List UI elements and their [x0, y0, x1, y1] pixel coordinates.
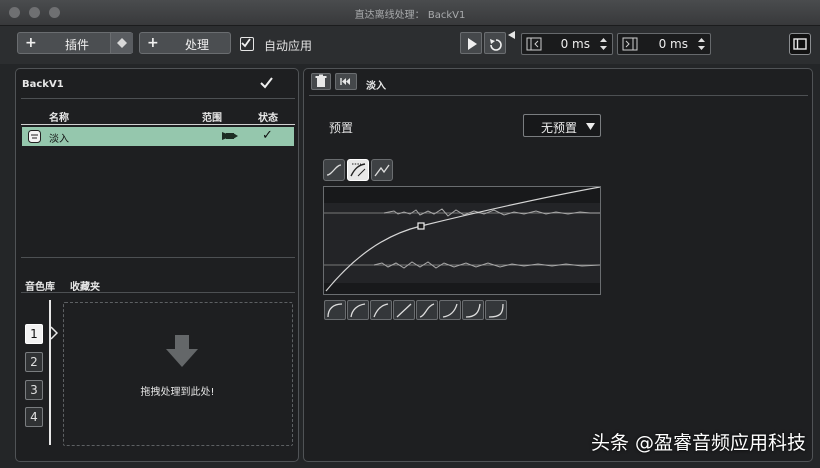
- fade-preset-2-button[interactable]: [347, 300, 369, 320]
- watermark: 头条 @盈睿音频应用科技: [590, 432, 806, 454]
- waveform-graph[interactable]: [324, 186, 601, 294]
- drop-hint: 拖拽处理到此处!: [140, 387, 215, 398]
- post-roll-icon: [622, 37, 638, 51]
- tab-favorites[interactable]: 收藏夹: [70, 278, 100, 293]
- pre-roll-icon: [526, 37, 542, 51]
- range-icon: [222, 132, 238, 140]
- plugin-menu-icon[interactable]: [110, 33, 133, 53]
- chevron-down-icon: [586, 123, 595, 130]
- row-name: 淡入: [49, 134, 69, 145]
- plus-icon: +: [147, 35, 159, 51]
- plugin-button[interactable]: + 插件: [17, 32, 133, 54]
- window-title: 直达离线处理： BackV1: [354, 10, 466, 21]
- fade-preset-4-button[interactable]: [393, 300, 415, 320]
- pre-roll-value: 0 ms: [560, 37, 590, 51]
- fade-preset-1-button[interactable]: [324, 300, 346, 320]
- process-icon: [28, 130, 41, 143]
- fade-preset-8-button[interactable]: [485, 300, 507, 320]
- title-bar: 直达离线处理： BackV1: [0, 0, 820, 26]
- preset-dropdown[interactable]: 无预置: [523, 114, 601, 137]
- column-status-header: 状态: [258, 113, 278, 124]
- plus-icon: +: [25, 35, 37, 51]
- fade-curve-display[interactable]: [323, 186, 601, 295]
- column-name-header: 名称: [49, 113, 69, 124]
- post-roll-value: 0 ms: [658, 37, 688, 51]
- preset-value: 无预置: [541, 121, 578, 135]
- post-roll-field[interactable]: 0 ms: [617, 33, 711, 55]
- slot-1-button[interactable]: 1: [25, 324, 43, 344]
- table-row[interactable]: 淡入 ✓: [22, 127, 294, 146]
- curve-spline-button[interactable]: [323, 159, 345, 181]
- row-status: ✓: [262, 128, 273, 143]
- loop-button[interactable]: [484, 32, 506, 54]
- fade-preset-5-button[interactable]: [416, 300, 438, 320]
- fade-preset-3-button[interactable]: [370, 300, 392, 320]
- slot-3-button[interactable]: 3: [25, 380, 43, 400]
- plugin-label: 插件: [64, 38, 89, 52]
- slot-4-button[interactable]: 4: [25, 407, 43, 427]
- loop-options-icon[interactable]: [508, 31, 516, 39]
- process-button[interactable]: + 处理: [139, 32, 231, 54]
- checkmark-icon[interactable]: [260, 77, 273, 89]
- play-button[interactable]: [460, 32, 482, 54]
- auto-apply-checkbox[interactable]: [240, 37, 254, 51]
- clip-name: BackV1: [22, 79, 64, 90]
- stepper-icon[interactable]: [697, 36, 706, 52]
- auto-apply-label: 自动应用: [264, 39, 313, 53]
- drop-zone[interactable]: 拖拽处理到此处!: [63, 302, 293, 446]
- fade-preset-6-button[interactable]: [439, 300, 461, 320]
- panel-toggle-button[interactable]: [789, 33, 811, 55]
- arrow-down-icon: [166, 335, 198, 367]
- pre-roll-field[interactable]: 0 ms: [521, 33, 613, 55]
- slot-pointer-icon: [50, 326, 58, 340]
- process-name: 淡入: [366, 81, 386, 92]
- curve-node[interactable]: [417, 222, 425, 230]
- toolbar: + 插件 + 处理 自动应用 0 ms 0 ms: [0, 26, 820, 64]
- curve-damped-spline-button[interactable]: [347, 159, 369, 181]
- slot-2-button[interactable]: 2: [25, 352, 43, 372]
- delete-button[interactable]: [311, 73, 331, 90]
- fade-preset-7-button[interactable]: [462, 300, 484, 320]
- column-range-header: 范围: [202, 113, 222, 124]
- stepper-icon[interactable]: [599, 36, 608, 52]
- skip-back-button[interactable]: [335, 73, 357, 90]
- curve-linear-button[interactable]: [371, 159, 393, 181]
- process-label: 处理: [184, 38, 209, 52]
- slot-rail: [49, 300, 51, 445]
- preset-label: 预置: [329, 121, 354, 135]
- tab-library[interactable]: 音色库: [25, 278, 55, 293]
